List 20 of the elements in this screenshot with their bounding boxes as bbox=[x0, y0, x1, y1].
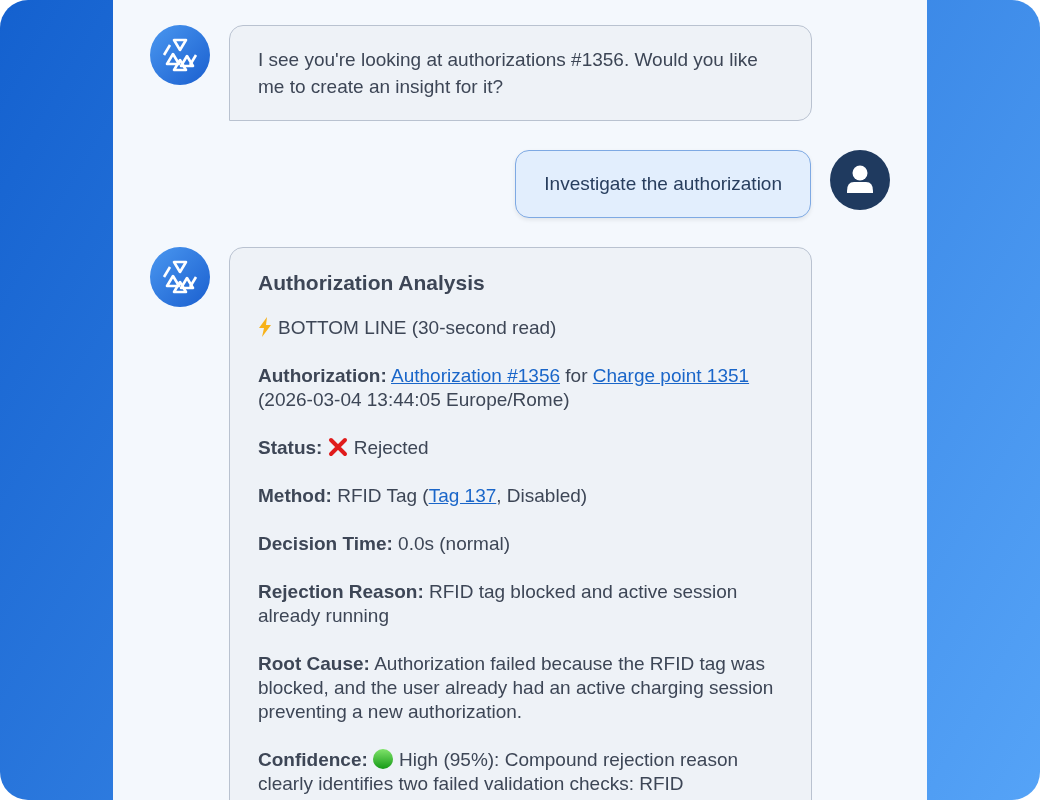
bot-avatar-icon bbox=[150, 25, 210, 85]
analysis-paragraph: Rejection Reason: RFID tag blocked and active session already running bbox=[258, 580, 739, 628]
inline-link[interactable]: Charge point 1351 bbox=[592, 365, 750, 386]
analysis-paragraph: BOTTOM LINE (30-second read) bbox=[258, 316, 783, 340]
cross-icon bbox=[327, 437, 348, 457]
status-dot-icon bbox=[373, 749, 394, 769]
inline-link[interactable]: Tag 137 bbox=[428, 485, 497, 506]
bot-avatar-icon bbox=[150, 247, 210, 307]
analysis-paragraph: Status: Rejected bbox=[258, 436, 430, 460]
analysis-paragraph: Method: RFID Tag (Tag 137, Disabled) bbox=[258, 484, 589, 508]
assistant-message: I see you're looking at authorizations #1356. Would you like me to create an insight for it? bbox=[229, 25, 812, 121]
analysis-paragraph: Decision Time: 0.0s (normal) bbox=[258, 532, 511, 556]
user-avatar-icon bbox=[830, 150, 890, 210]
card-title: Authorization Analysis bbox=[258, 270, 486, 296]
analysis-paragraph: Confidence: High (95%): Compound rejection reason clearly identifies two failed validation checks: RFID bbox=[258, 748, 740, 796]
analysis-paragraph: Root Cause: Authorization failed because the RFID tag was blocked, and the user already had an active charging session preventing a new authorization. bbox=[258, 652, 775, 724]
inline-link[interactable]: Authorization #1356 bbox=[391, 365, 560, 386]
analysis-paragraph: Authorization: Authorization #1356 for Charge point 1351 (2026-03-04 13:44:05 Europe/Rome) bbox=[258, 364, 751, 412]
user-message: Investigate the authorization bbox=[515, 150, 811, 218]
lightning-icon bbox=[258, 317, 272, 337]
